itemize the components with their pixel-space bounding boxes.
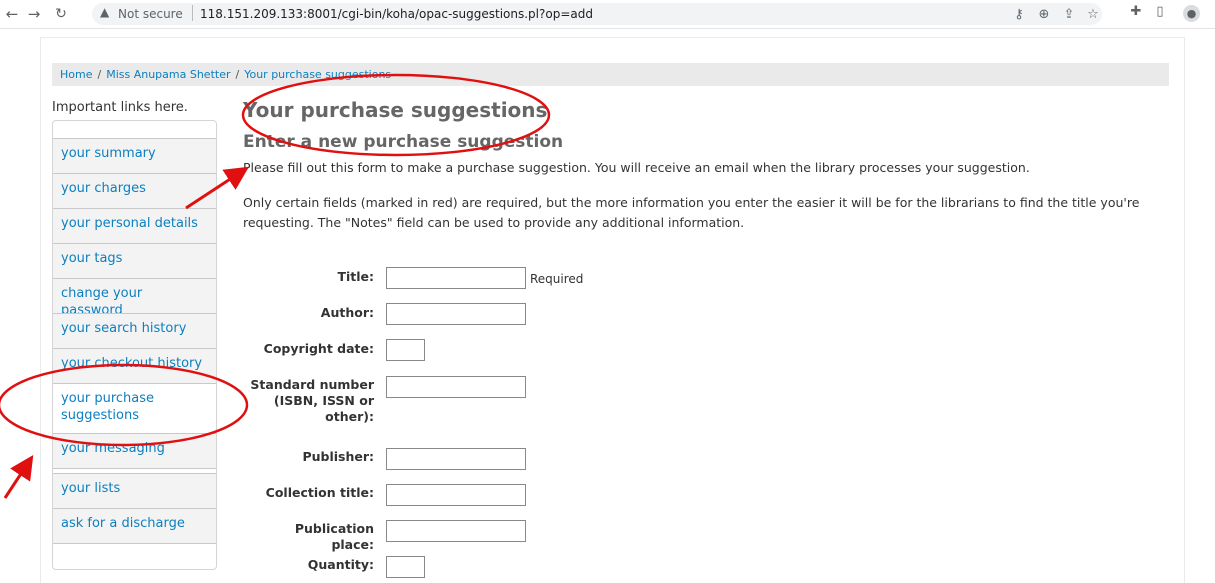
breadcrumb-separator: / <box>235 68 240 81</box>
sidebar-item-search-history[interactable]: your search history <box>53 313 216 349</box>
sidebar-item-discharge[interactable]: ask for a discharge <box>53 508 216 544</box>
copyright-date-input[interactable] <box>386 339 425 361</box>
intro-text: Please fill out this form to make a purc… <box>243 160 1030 175</box>
quantity-label: Quantity: <box>307 557 374 572</box>
breadcrumb-user-link[interactable]: Miss Anupama Shetter <box>106 68 230 81</box>
reload-icon[interactable]: ↻ <box>51 4 71 24</box>
forward-icon[interactable]: → <box>24 4 44 24</box>
breadcrumb-separator: / <box>97 68 102 81</box>
url-divider <box>192 5 193 21</box>
breadcrumb-current-link[interactable]: Your purchase suggestions <box>244 68 391 81</box>
collection-title-label: Collection title: <box>265 485 374 500</box>
quantity-input[interactable] <box>386 556 425 578</box>
sidepanel-icon[interactable]: ▯ <box>1151 4 1169 19</box>
sidebar-item-lists[interactable]: your lists <box>53 473 216 509</box>
standard-number-input[interactable] <box>386 376 526 398</box>
standard-number-label: Standard number (ISBN, ISSN or other): <box>250 377 374 424</box>
profile-icon[interactable]: ● <box>1183 5 1200 22</box>
copyright-date-label: Copyright date: <box>263 341 374 356</box>
publication-place-input[interactable] <box>386 520 526 542</box>
zoom-icon[interactable]: ⊕ <box>1035 7 1053 22</box>
browser-toolbar: ← → ↻ ▲ Not secure 118.151.209.133:8001/… <box>0 0 1215 29</box>
publisher-input[interactable] <box>386 448 526 470</box>
sidebar-item-checkout-history[interactable]: your checkout history <box>53 348 216 384</box>
sidebar-item-change-password[interactable]: change your password <box>53 278 216 318</box>
sidebar-item-summary[interactable]: your summary <box>53 138 216 174</box>
sidebar-item-tags[interactable]: your tags <box>53 243 216 279</box>
page-subtitle: Enter a new purchase suggestion <box>243 132 564 152</box>
sidebar-item-charges[interactable]: your charges <box>53 173 216 209</box>
sidebar-item-messaging[interactable]: your messaging <box>53 433 216 469</box>
annotation-arrow-sidebar <box>3 454 34 499</box>
important-links-heading: Important links here. <box>52 100 188 115</box>
instructions-text: Only certain fields (marked in red) are … <box>243 195 1140 230</box>
author-input[interactable] <box>386 303 526 325</box>
key-icon[interactable]: ⚷ <box>1010 7 1028 22</box>
breadcrumb: Home / Miss Anupama Shetter / Your purchase … <box>52 63 1169 86</box>
publisher-label: Publisher: <box>302 449 374 464</box>
breadcrumb-home-link[interactable]: Home <box>60 68 92 81</box>
author-label: Author: <box>320 305 374 320</box>
required-text: Required <box>530 272 584 286</box>
title-label: Title: <box>337 269 374 284</box>
page-title: Your purchase suggestions <box>243 98 548 122</box>
sidebar-item-personal-details[interactable]: your personal details <box>53 208 216 244</box>
warning-icon[interactable]: ▲ <box>100 5 109 19</box>
title-input[interactable] <box>386 267 526 289</box>
collection-title-input[interactable] <box>386 484 526 506</box>
security-label[interactable]: Not secure <box>118 7 183 21</box>
url-text[interactable]: 118.151.209.133:8001/cgi-bin/koha/opac-s… <box>200 7 593 21</box>
share-icon[interactable]: ⇪ <box>1060 7 1078 22</box>
extensions-icon[interactable]: ✚ <box>1127 4 1145 19</box>
publication-place-label: Publication place: <box>294 521 374 552</box>
back-icon[interactable]: ← <box>2 4 22 24</box>
star-icon[interactable]: ☆ <box>1084 7 1102 22</box>
sidebar-item-purchase-suggestions[interactable]: your purchase suggestions <box>53 383 216 434</box>
address-bar[interactable]: ▲ Not secure 118.151.209.133:8001/cgi-bi… <box>92 3 1102 25</box>
user-menu: your summary your charges your personal … <box>52 120 217 570</box>
